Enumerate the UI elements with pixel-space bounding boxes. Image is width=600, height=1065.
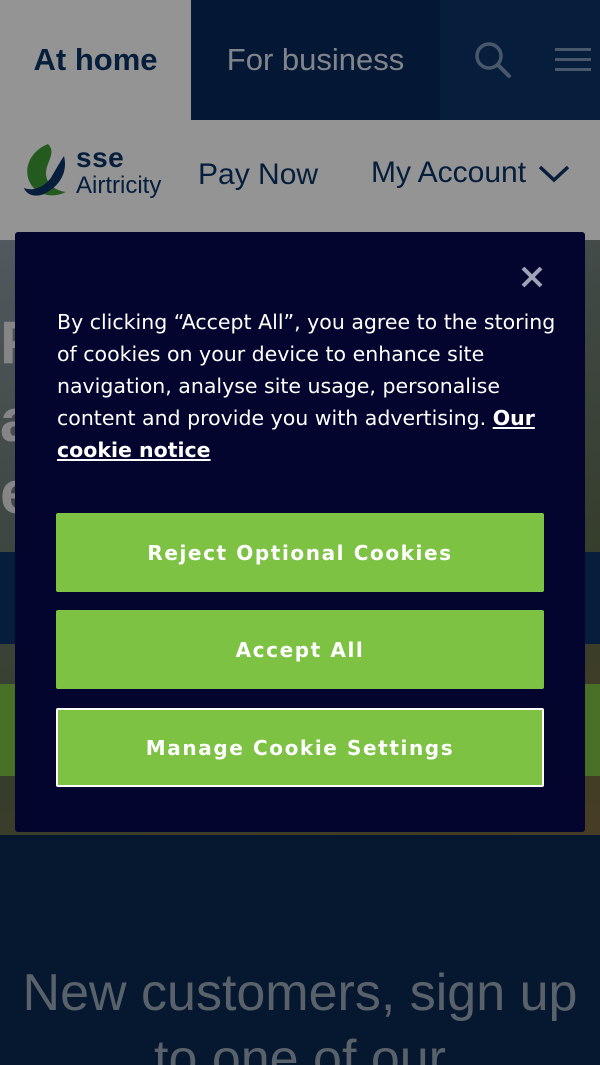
close-button[interactable]: [517, 262, 547, 292]
cookie-message-text: By clicking “Accept All”, you agree to t…: [57, 310, 556, 430]
close-icon: [521, 266, 543, 288]
manage-cookie-settings-button[interactable]: Manage Cookie Settings: [56, 708, 544, 787]
cookie-consent-dialog: By clicking “Accept All”, you agree to t…: [15, 232, 585, 832]
reject-optional-cookies-button[interactable]: Reject Optional Cookies: [56, 513, 544, 592]
cookie-message: By clicking “Accept All”, you agree to t…: [57, 306, 557, 466]
accept-all-button[interactable]: Accept All: [56, 610, 544, 689]
